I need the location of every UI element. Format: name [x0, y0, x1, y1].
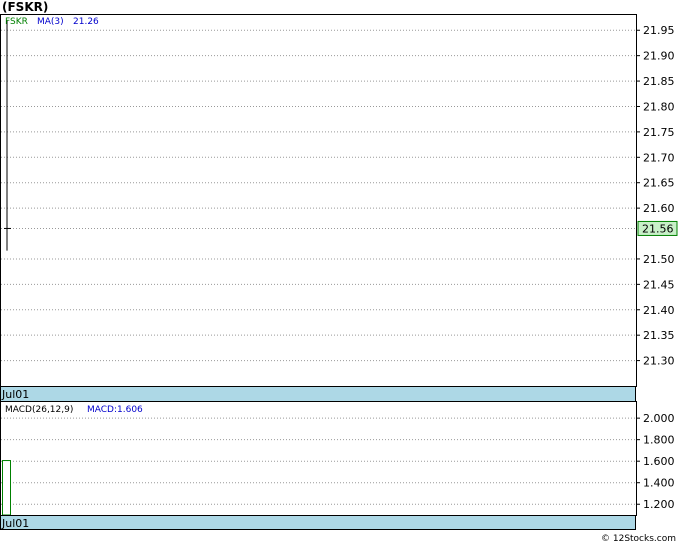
macd-y-tick-label: 1.800	[643, 434, 675, 447]
legend-ma: MA(3)	[37, 17, 64, 27]
price-y-tick-label: 21.95	[643, 24, 675, 37]
price-y-tick-label: 21.30	[643, 355, 675, 368]
price-panel-frame	[0, 14, 637, 387]
price-y-tick-label: 21.70	[643, 151, 675, 164]
price-y-tick-label: 21.75	[643, 126, 675, 139]
legend-ma-value: 21.26	[73, 17, 99, 27]
price-x-axis-band	[0, 386, 636, 402]
macd-y-tick-label: 1.400	[643, 477, 675, 490]
macd-y-tick-label: 2.000	[643, 412, 675, 425]
price-y-tick-label: 21.45	[643, 278, 675, 291]
price-x-tick-label: Jul01	[1, 388, 29, 401]
price-y-tick-label: 21.35	[643, 329, 675, 342]
macd-x-axis-band	[0, 515, 636, 530]
macd-y-tick-label: 1.200	[643, 498, 675, 511]
price-y-tick-label: 21.65	[643, 177, 675, 190]
macd-bar	[2, 460, 11, 516]
price-y-tick-label: 21.40	[643, 304, 675, 317]
price-y-axis: 21.95 21.90 21.85 21.80 21.75 21.70 21.65 21.60…	[636, 24, 678, 368]
price-y-tick-label: 21.80	[643, 100, 675, 113]
macd-x-tick-label: Jul01	[1, 517, 29, 530]
price-y-tick-label: 21.60	[643, 202, 675, 215]
macd-y-tick-label: 1.600	[643, 455, 675, 468]
price-y-tick-label: 21.50	[643, 253, 675, 266]
price-y-tick-label: 21.85	[643, 75, 675, 88]
legend-macd: MACD(26,12,9)	[5, 405, 73, 415]
macd-marks	[2, 460, 11, 516]
credit-text: © 12Stocks.com	[601, 534, 676, 544]
price-y-tick-label: 21.90	[643, 50, 675, 63]
chart-svg: 21.95 21.90 21.85 21.80 21.75 21.70 21.65 21.60…	[0, 14, 678, 530]
macd-y-axis: 2.000 1.800 1.600 1.400 1.200	[636, 412, 675, 511]
legend-fskr: FSKR	[5, 17, 28, 27]
last-price-label: 21.56	[642, 222, 674, 235]
legend-macd-value: MACD:1.606	[87, 405, 143, 415]
